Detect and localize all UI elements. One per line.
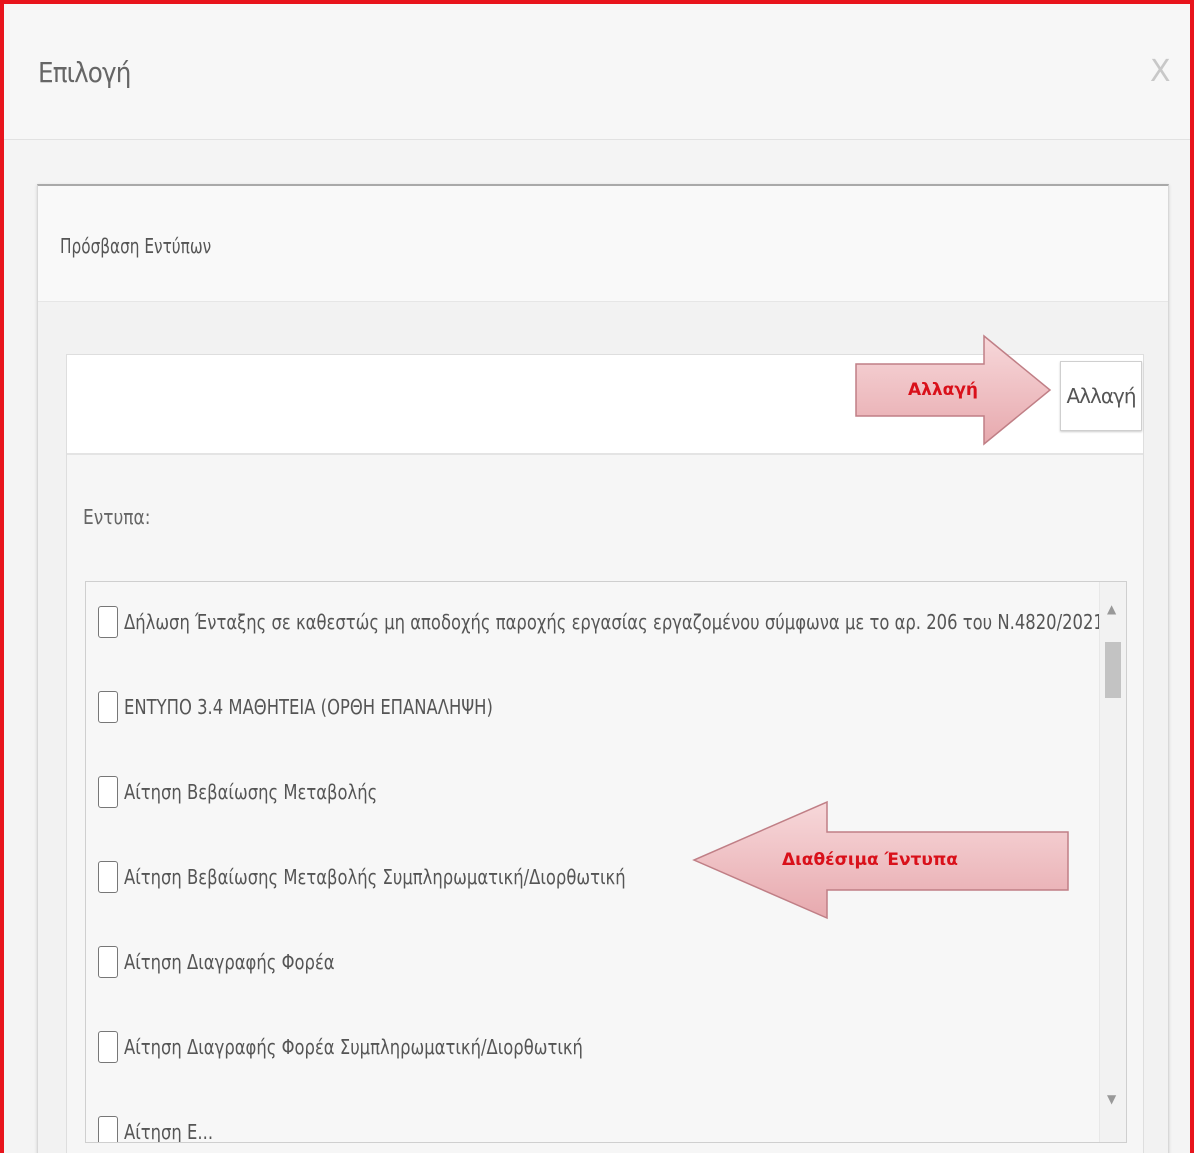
checkbox[interactable] [98,861,118,893]
checkbox[interactable] [98,606,118,638]
checkbox[interactable] [98,1031,118,1063]
list-item[interactable]: Αίτηση Βεβαίωσης Μεταβολής Συμπληρωματικ… [98,857,736,897]
list-item-label: Αίτηση Διαγραφής Φορέα [124,950,335,974]
checkbox[interactable] [98,1116,118,1142]
forms-label: Εντυπα: [83,505,151,529]
list-item-label: Αίτηση Βεβαίωσης Μεταβολής Συμπληρωματικ… [124,865,626,889]
list-item[interactable]: Δήλωση Ένταξης σε καθεστώς μη αποδοχής π… [98,602,1126,642]
dialog-header: Επιλογή X [4,4,1190,140]
scrollbar[interactable]: ▲ ▼ [1099,582,1126,1142]
forms-section: Αλλαγή Εντυπα: Δήλωση Ένταξης σε καθεστώ… [66,354,1144,1153]
scroll-thumb[interactable] [1105,642,1121,698]
list-item[interactable]: Αίτηση Διαγραφής Φορέα [98,942,381,982]
change-button[interactable]: Αλλαγή [1060,361,1142,431]
checkbox[interactable] [98,691,118,723]
toolbar: Αλλαγή [67,355,1143,455]
list-item[interactable]: ΕΝΤΥΠΟ 3.4 ΜΑΘΗΤΕΙΑ (ΟΡΘΗ ΕΠΑΝΑΛΗΨΗ) [98,687,574,727]
forms-access-panel: Πρόσβαση Εντύπων Αλλαγή Εντυπα: Δήλωση Έ… [37,184,1169,1153]
list-item[interactable]: Αίτηση Διαγραφής Φορέα Συμπληρωματική/Δι… [98,1027,684,1067]
list-item[interactable]: Αίτηση Βεβαίωσης Μεταβολής [98,772,433,812]
panel-heading: Πρόσβαση Εντύπων [38,186,1168,302]
dialog-title: Επιλογή [38,56,131,89]
list-item-label: Αίτηση Βεβαίωσης Μεταβολής [124,780,378,804]
scroll-up-icon[interactable]: ▲ [1107,602,1116,616]
list-item-label: ΕΝΤΥΠΟ 3.4 ΜΑΘΗΤΕΙΑ (ΟΡΘΗ ΕΠΑΝΑΛΗΨΗ) [124,695,493,719]
change-callout-label: Αλλαγή [908,380,979,400]
checkbox[interactable] [98,946,118,978]
forms-listbox[interactable]: Δήλωση Ένταξης σε καθεστώς μη αποδοχής π… [85,581,1127,1143]
list-item[interactable]: Αίτηση Ε... [98,1112,233,1143]
forms-callout-label: Διαθέσιμα Έντυπα [782,850,958,870]
close-icon[interactable]: X [1150,54,1171,89]
list-item-label: Δήλωση Ένταξης σε καθεστώς μη αποδοχής π… [124,610,1104,634]
list-item-label: Αίτηση Διαγραφής Φορέα Συμπληρωματική/Δι… [124,1035,583,1059]
screenshot-frame: Επιλογή X Πρόσβαση Εντύπων Αλλαγή Εντυπα… [0,0,1194,1153]
checkbox[interactable] [98,776,118,808]
list-item-label: Αίτηση Ε... [124,1120,214,1143]
scroll-down-icon[interactable]: ▼ [1107,1092,1116,1106]
panel-title: Πρόσβαση Εντύπων [60,234,212,258]
